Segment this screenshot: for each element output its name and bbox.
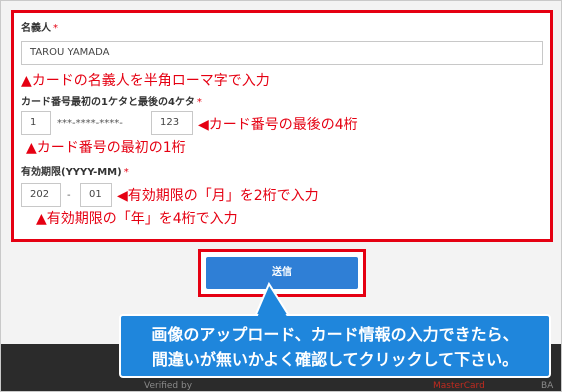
expiry-label: 有効期限(YYYY-MM) * bbox=[21, 167, 129, 178]
page-frame: 名義人 * TAROU YAMADA ▲カードの名義人を半角ローマ字で入力 カード… bbox=[0, 0, 562, 392]
expiry-month-select[interactable]: 01 bbox=[80, 183, 112, 207]
footer-logo: Verified by bbox=[144, 381, 193, 391]
expiry-dash: - bbox=[67, 190, 71, 201]
name-annotation: ▲カードの名義人を半角ローマ字で入力 bbox=[21, 73, 270, 89]
card-last-annotation: ◀カード番号の最後の4桁 bbox=[198, 117, 358, 133]
card-number-label: カード番号最初の1ケタと最後の4ケタ * bbox=[21, 97, 202, 108]
required-mark: * bbox=[123, 167, 129, 178]
card-first-annotation: ▲カード番号の最初の1桁 bbox=[26, 140, 186, 156]
callout-line-2: 間違いが無いかよく確認してクリックして下さい。 bbox=[151, 350, 519, 369]
name-label: 名義人 * bbox=[21, 23, 58, 34]
footer-logo: MasterCard bbox=[433, 381, 485, 391]
card-form-panel: 名義人 * TAROU YAMADA ▲カードの名義人を半角ローマ字で入力 カード… bbox=[11, 10, 553, 242]
expiry-month-annotation: ◀有効期限の「月」を2桁で入力 bbox=[117, 188, 319, 204]
expiry-year-input[interactable]: 202 bbox=[21, 183, 61, 207]
required-mark: * bbox=[196, 97, 202, 108]
required-mark: * bbox=[53, 23, 58, 34]
cardholder-name-input[interactable]: TAROU YAMADA bbox=[21, 41, 543, 65]
card-mask-text: ***-****-****- bbox=[57, 118, 123, 129]
card-last-digits-input[interactable]: 123 bbox=[151, 111, 193, 135]
footer-logo: BA bbox=[541, 381, 554, 391]
card-first-digit-input[interactable]: 1 bbox=[21, 111, 51, 135]
submit-button[interactable]: 送信 bbox=[206, 257, 358, 289]
expiry-year-annotation: ▲有効期限の「年」を4桁で入力 bbox=[36, 211, 238, 227]
callout-line-1: 画像のアップロード、カード情報の入力できたら、 bbox=[151, 325, 519, 344]
instruction-callout: 画像のアップロード、カード情報の入力できたら、 間違いが無いかよく確認してクリッ… bbox=[119, 314, 551, 378]
